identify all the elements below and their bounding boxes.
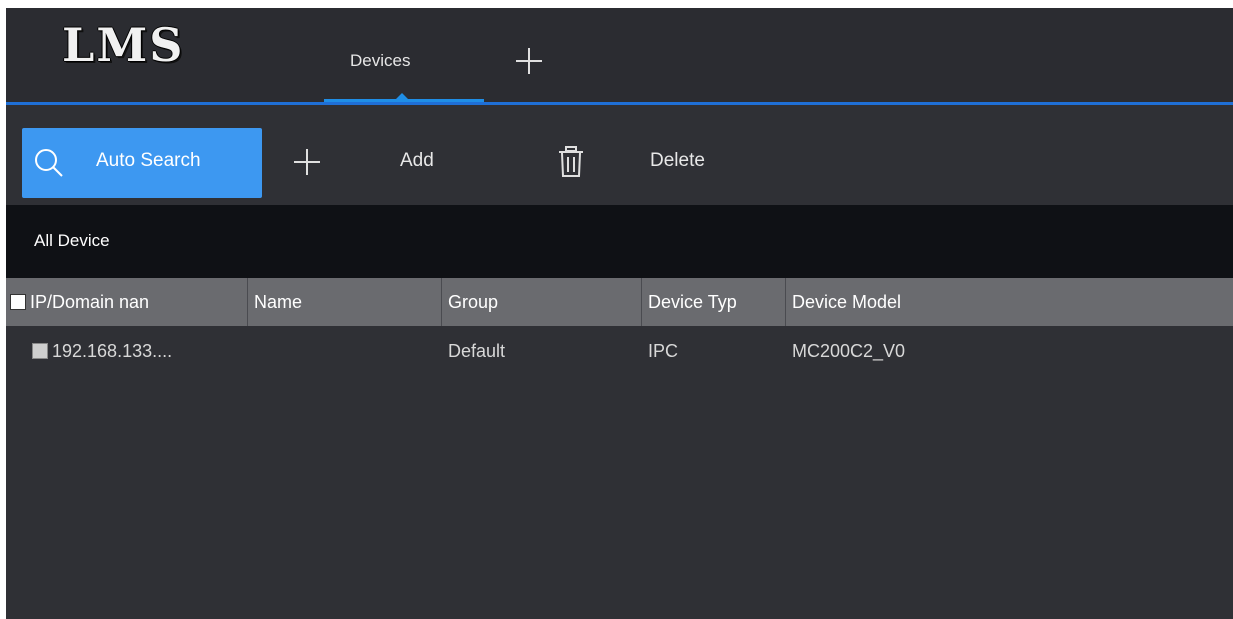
cell-group: Default <box>448 341 506 361</box>
column-ip-domain[interactable]: IP/Domain nan <box>6 278 248 326</box>
auto-search-label: Auto Search <box>96 150 201 171</box>
add-tab-icon[interactable] <box>514 46 544 76</box>
toolbar: Auto Search Add Delete <box>6 128 1233 204</box>
search-icon <box>35 149 63 177</box>
column-device-type-label: Device Typ <box>648 292 737 312</box>
auto-search-button[interactable]: Auto Search <box>22 128 262 198</box>
add-button[interactable]: Add <box>400 150 434 172</box>
cell-name <box>248 326 442 376</box>
trash-icon[interactable] <box>556 145 586 184</box>
delete-button[interactable]: Delete <box>650 150 705 172</box>
cell-device-type: IPC <box>648 341 679 361</box>
row-checkbox[interactable] <box>32 342 48 359</box>
cell-device-model: MC200C2_V0 <box>792 341 906 361</box>
topbar-divider <box>6 102 1233 105</box>
app-window: LMS Devices Auto Search Add Delete All D… <box>6 8 1233 619</box>
column-device-type[interactable]: Device Typ <box>642 278 786 326</box>
cell-ip: 192.168.133.... <box>6 326 248 376</box>
device-group-header[interactable]: All Device <box>6 205 1233 278</box>
device-group-label: All Device <box>34 231 110 250</box>
top-bar: LMS Devices <box>6 8 1233 105</box>
column-group-label: Group <box>448 292 499 312</box>
select-all-checkbox[interactable] <box>10 293 26 310</box>
app-logo: LMS <box>62 18 185 72</box>
active-tab-caret <box>396 93 408 99</box>
column-name[interactable]: Name <box>248 278 442 326</box>
column-ip-domain-label: IP/Domain nan <box>30 292 150 312</box>
table-row[interactable]: 192.168.133.... Default IPC MC200C2_V0 <box>6 326 1233 376</box>
tab-devices[interactable]: Devices <box>308 8 488 105</box>
table-header: IP/Domain nan Name Group Device Typ Devi… <box>6 278 1233 326</box>
cell-ip-text: 192.168.133.... <box>52 341 173 361</box>
column-device-model-label: Device Model <box>792 292 902 312</box>
column-device-model[interactable]: Device Model <box>786 278 1233 326</box>
column-group[interactable]: Group <box>442 278 642 326</box>
plus-icon[interactable] <box>292 147 322 182</box>
tab-devices-label: Devices <box>350 51 411 70</box>
column-name-label: Name <box>254 292 303 312</box>
